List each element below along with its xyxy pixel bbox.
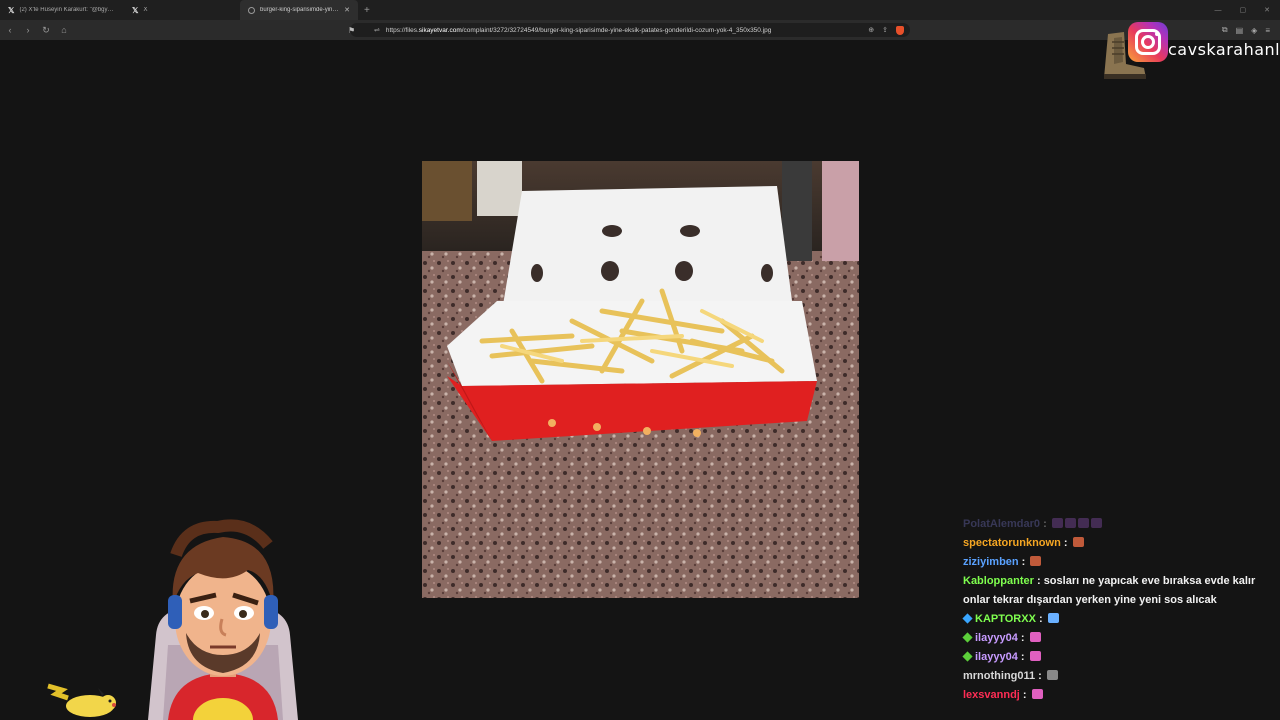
- x-logo-icon: 𝕏: [8, 5, 15, 15]
- stream-chat: PolatAlemdar0 : spectatorunknown : ziziy…: [962, 515, 1275, 705]
- close-window-icon[interactable]: ✕: [1264, 6, 1270, 14]
- zoom-icon[interactable]: ⊕: [868, 26, 874, 35]
- chat-emote-icon: [1029, 632, 1041, 642]
- chat-username[interactable]: mrnothing011: [963, 670, 1035, 682]
- chat-username[interactable]: ziziyimben: [963, 556, 1019, 568]
- url-text: https://files.sikayetvar.com/complaint/3…: [385, 26, 772, 34]
- chat-separator: :: [1017, 651, 1028, 663]
- bookmark-icon[interactable]: ⚑: [348, 26, 355, 35]
- instagram-handle: cavskarahanli: [1168, 40, 1280, 59]
- stream-frame: 𝕏 (2) X'te Hüseyin Karakurt: "@bgyeth...…: [0, 0, 1280, 720]
- chat-badge-icon: [962, 632, 973, 643]
- chat-separator: :: [1040, 518, 1050, 530]
- tab-x-post[interactable]: 𝕏 (2) X'te Hüseyin Karakurt: "@bgyeth...: [0, 0, 124, 20]
- brave-shield-icon[interactable]: [896, 25, 904, 35]
- chat-message: ilayyy04 :: [962, 648, 1275, 667]
- chat-emote-icon: [1072, 537, 1084, 547]
- chat-message: lexsvanndj :: [963, 686, 1275, 705]
- chat-message: ziziyimben :: [963, 553, 1275, 572]
- reload-icon[interactable]: ↻: [38, 22, 54, 38]
- chat-emote-icon: [1064, 518, 1076, 528]
- chat-username[interactable]: spectatorunknown: [963, 537, 1061, 549]
- displayed-image-fries: [422, 161, 859, 598]
- window-controls: — ▢ ✕: [1215, 0, 1271, 20]
- chat-message: ilayyy04 :: [962, 629, 1275, 648]
- browser-toolbar: ‹ › ↻ ⌂ ⚑ ⇌ https://files.sikayetvar.com…: [0, 20, 1280, 40]
- chat-emote-icon: [1090, 518, 1102, 528]
- tab-title: X: [143, 7, 148, 13]
- address-bar[interactable]: ⚑ ⇌ https://files.sikayetvar.com/complai…: [348, 23, 910, 37]
- tab-close-icon[interactable]: ✕: [344, 6, 350, 14]
- chat-emote-icon: [1030, 556, 1042, 566]
- chat-separator: :: [1033, 575, 1044, 587]
- chat-separator: :: [1060, 537, 1071, 549]
- chat-badge-icon: [962, 613, 973, 624]
- chat-message: spectatorunknown :: [963, 534, 1275, 553]
- share-icon[interactable]: ⇪: [882, 26, 888, 35]
- chat-message: KAPTORXX :: [962, 610, 1275, 629]
- back-arrow-icon[interactable]: ‹: [2, 22, 18, 38]
- chat-username[interactable]: ilayyy04: [975, 651, 1018, 663]
- fries-box-photo: [422, 161, 859, 598]
- minimize-icon[interactable]: —: [1215, 7, 1222, 14]
- chat-username[interactable]: ilayyy04: [975, 632, 1018, 644]
- chat-message: Kabloppanter : sosları ne yapıcak eve bı…: [963, 572, 1275, 610]
- chat-username[interactable]: lexsvanndj: [963, 689, 1020, 701]
- chat-emote-icon: [1051, 518, 1063, 528]
- chat-message: mrnothing011 :: [963, 667, 1275, 686]
- tab-x[interactable]: 𝕏 X: [124, 0, 234, 20]
- globe-icon: [248, 6, 255, 14]
- chat-separator: :: [1035, 613, 1046, 625]
- tab-active-image[interactable]: burger-king-siparisimde-yine-ek... ✕: [240, 0, 358, 20]
- streamer-avatar: [148, 519, 298, 720]
- tab-title: burger-king-siparisimde-yine-ek...: [260, 7, 339, 13]
- instagram-logo-icon: [1128, 22, 1168, 62]
- address-bar-actions: ⊕ ⇪: [868, 25, 904, 35]
- chat-username[interactable]: PolatAlemdar0: [963, 518, 1040, 530]
- chat-separator: :: [1017, 632, 1028, 644]
- chat-emote-icon: [1046, 670, 1058, 680]
- instagram-overlay: cavskarahanli: [1100, 20, 1280, 80]
- chat-message: PolatAlemdar0 :: [963, 515, 1275, 534]
- site-info-icon[interactable]: ⇌: [374, 26, 380, 34]
- chat-emote-icon: [1047, 613, 1059, 623]
- chat-separator: :: [1035, 670, 1045, 682]
- chat-emote-icon: [1077, 518, 1089, 528]
- maximize-icon[interactable]: ▢: [1240, 6, 1247, 14]
- tab-title: (2) X'te Hüseyin Karakurt: "@bgyeth...: [19, 7, 116, 13]
- new-tab-button[interactable]: +: [364, 5, 370, 16]
- pikachu-sprite-icon: [47, 683, 116, 717]
- browser-tab-strip: 𝕏 (2) X'te Hüseyin Karakurt: "@bgyeth...…: [0, 0, 1280, 20]
- chat-emote-icon: [1029, 651, 1041, 661]
- chat-badge-icon: [962, 651, 973, 662]
- chat-username[interactable]: Kabloppanter: [963, 575, 1034, 587]
- chat-separator: :: [1019, 689, 1030, 701]
- forward-arrow-icon[interactable]: ›: [20, 22, 36, 38]
- chat-separator: :: [1018, 556, 1029, 568]
- x-logo-icon: 𝕏: [132, 5, 139, 15]
- home-icon[interactable]: ⌂: [56, 22, 72, 38]
- chat-emote-icon: [1031, 689, 1043, 699]
- chat-username[interactable]: KAPTORXX: [975, 613, 1036, 625]
